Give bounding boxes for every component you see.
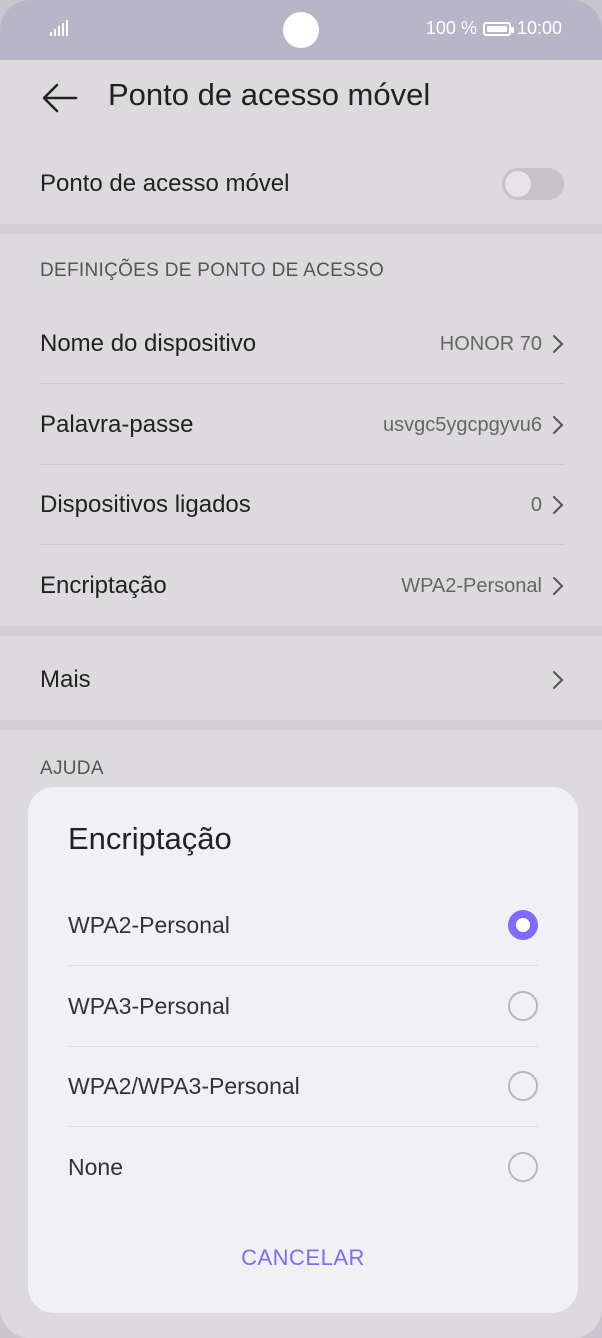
option-wpa2-personal[interactable]: WPA2-Personal [68, 885, 538, 965]
option-label: WPA2/WPA3-Personal [68, 1072, 300, 1099]
device-name-row[interactable]: Nome do dispositivo HONOR 70 [40, 322, 564, 366]
connected-devices-label: Dispositivos ligados [40, 491, 251, 518]
password-value: usvgc5ygcpgyvu6 [383, 413, 542, 436]
phone-frame: 100 % 10:00 Ponto de acesso móvel Ponto … [0, 0, 602, 1338]
divider [40, 464, 564, 465]
section-band [0, 224, 602, 234]
chevron-right-icon [553, 335, 564, 353]
clock: 10:00 [516, 18, 562, 38]
help-section-title: AJUDA [40, 758, 104, 779]
screen: 100 % 10:00 Ponto de acesso móvel Ponto … [0, 0, 602, 1338]
encryption-dialog: Encriptação WPA2-Personal WPA3-Personal … [28, 787, 578, 1313]
chevron-right-icon [553, 671, 564, 689]
battery-percent: 100 % [425, 18, 477, 38]
radio-selected-icon[interactable] [508, 910, 538, 940]
encryption-value: WPA2-Personal [401, 574, 542, 597]
more-row[interactable]: Mais [40, 658, 564, 702]
connected-devices-value-wrap: 0 [531, 494, 564, 517]
radio-icon[interactable] [508, 1152, 538, 1182]
option-wpa3-personal[interactable]: WPA3-Personal [68, 966, 538, 1046]
battery-icon [482, 21, 514, 36]
section-band [0, 720, 602, 730]
section-band [0, 626, 602, 636]
password-label: Palavra-passe [40, 411, 194, 438]
option-wpa2-wpa3-personal[interactable]: WPA2/WPA3-Personal [68, 1046, 538, 1126]
hotspot-toggle-row[interactable]: Ponto de acesso móvel [40, 162, 564, 206]
encryption-value-wrap: WPA2-Personal [401, 575, 564, 598]
hotspot-switch[interactable] [502, 168, 564, 200]
device-name-label: Nome do dispositivo [40, 330, 257, 357]
more-label: Mais [40, 666, 91, 693]
divider [40, 544, 564, 545]
radio-icon[interactable] [508, 1071, 538, 1101]
encryption-row[interactable]: Encriptação WPA2-Personal [40, 564, 564, 608]
camera-cutout [283, 12, 319, 48]
dialog-title: Encriptação [68, 821, 232, 856]
more-chevron-wrap [552, 670, 564, 690]
option-label: WPA2-Personal [68, 911, 230, 938]
status-bar: 100 % 10:00 [0, 0, 602, 60]
device-name-value-wrap: HONOR 70 [440, 333, 564, 356]
divider [40, 383, 564, 384]
connected-devices-value: 0 [530, 493, 542, 516]
app-bar: Ponto de acesso móvel [0, 60, 602, 140]
chevron-right-icon [553, 577, 564, 595]
chevron-right-icon [553, 496, 564, 514]
password-row[interactable]: Palavra-passe usvgc5ygcpgyvu6 [40, 403, 564, 447]
option-label: None [68, 1153, 123, 1180]
signal-icon [50, 20, 68, 36]
status-right: 100 % 10:00 [426, 18, 562, 39]
connected-devices-row[interactable]: Dispositivos ligados 0 [40, 483, 564, 527]
option-none[interactable]: None [68, 1127, 538, 1207]
page-title: Ponto de acesso móvel [108, 77, 431, 112]
device-name-value: HONOR 70 [439, 332, 542, 355]
cancel-button[interactable]: CANCELAR [28, 1245, 578, 1271]
option-label: WPA3-Personal [68, 992, 230, 1019]
back-arrow-icon[interactable] [40, 78, 80, 118]
encryption-label: Encriptação [40, 572, 167, 599]
password-value-wrap: usvgc5ygcpgyvu6 [383, 414, 564, 437]
hotspot-label: Ponto de acesso móvel [40, 170, 290, 197]
settings-section-title: DEFINIÇÕES DE PONTO DE ACESSO [40, 260, 385, 281]
chevron-right-icon [553, 416, 564, 434]
radio-icon[interactable] [508, 991, 538, 1021]
